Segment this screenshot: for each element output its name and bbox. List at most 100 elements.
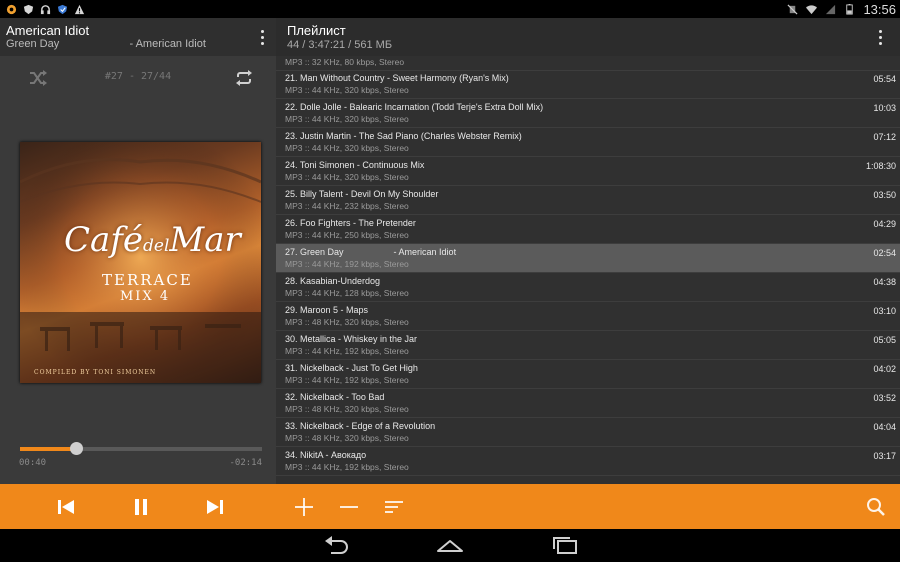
back-icon[interactable] (321, 535, 351, 555)
seek-bar[interactable] (20, 442, 262, 455)
track-row[interactable]: 26. Foo Fighters - The PretenderMP3 :: 4… (276, 215, 900, 244)
track-duration: 03:50 (873, 190, 896, 200)
track-row[interactable]: 24. Toni Simonen - Continuous MixMP3 :: … (276, 157, 900, 186)
track-title: 29. Maroon 5 - Maps (285, 305, 369, 315)
elapsed-time: 00:40 (19, 458, 47, 468)
signal-icon (826, 4, 836, 14)
home-icon[interactable] (435, 535, 465, 555)
now-playing-title: American Idiot (6, 23, 90, 38)
search-icon[interactable] (864, 495, 888, 519)
playlist-title: Плейлист (287, 23, 346, 38)
next-icon[interactable] (203, 495, 227, 519)
track-row[interactable]: 31. Nickelback - Just To Get High MP3 :: … (276, 360, 900, 389)
status-bar: 13:56 (0, 0, 900, 18)
wifi-icon (806, 4, 818, 14)
track-title: 32. Nickelback - Too Bad (285, 392, 385, 402)
mute-icon (787, 3, 798, 15)
sort-icon[interactable] (382, 495, 406, 519)
playlist-header: Плейлист 44 / 3:47:21 / 561 МБ (276, 18, 900, 56)
add-icon[interactable] (292, 495, 316, 519)
track-duration: 04:02 (873, 364, 896, 374)
now-playing-panel: American Idiot Green Day - American Idio… (0, 18, 276, 484)
now-playing-artist: Green Day - American Idiot (6, 38, 206, 50)
track-meta: MP3 :: 44 KHz, 128 kbps, Stereo (285, 288, 409, 298)
track-title: 28. Kasabian-Underdog (285, 276, 381, 286)
track-row-current[interactable]: 27. Green Day - American IdiotMP3 :: 44 … (276, 244, 900, 273)
track-duration: 05:05 (873, 335, 896, 345)
track-meta: MP3 :: 44 KHz, 320 kbps, Stereo (285, 143, 409, 153)
warning-icon (74, 4, 85, 14)
track-meta: MP3 :: 44 KHz, 232 kbps, Stereo (285, 201, 409, 211)
track-row[interactable]: 23. Justin Martin - The Sad Piano (Charl… (276, 128, 900, 157)
seek-bar-progress (20, 447, 76, 451)
playlist-summary: 44 / 3:47:21 / 561 МБ (287, 39, 393, 51)
track-list[interactable]: MP3 :: 32 KHz, 80 kbps, Stereo 21. Man W… (276, 56, 900, 484)
track-duration: 03:10 (873, 306, 896, 316)
track-meta: MP3 :: 44 KHz, 320 kbps, Stereo (285, 114, 409, 124)
track-title: 26. Foo Fighters - The Pretender (285, 218, 416, 228)
track-row[interactable]: 34. NikitA - АвокадоMP3 :: 44 KHz, 192 k… (276, 447, 900, 476)
system-nav-bar (0, 529, 900, 562)
track-duration: 03:17 (873, 451, 896, 461)
track-title: 34. NikitA - Авокадо (285, 450, 367, 460)
track-duration: 04:38 (873, 277, 896, 287)
track-title: 25. Billy Talent - Devil On My Shoulder (285, 189, 439, 199)
track-title: 23. Justin Martin - The Sad Piano (Charl… (285, 131, 522, 141)
track-title: 27. Green Day - American Idiot (285, 247, 457, 257)
album-art-mix: MIX 4 (120, 289, 171, 304)
remaining-time: -02:14 (229, 458, 262, 468)
track-title: 33. Nickelback - Edge of a Revolution (285, 421, 436, 431)
repeat-icon[interactable] (234, 68, 254, 88)
track-meta: MP3 :: 48 KHz, 320 kbps, Stereo (285, 317, 409, 327)
track-meta: MP3 :: 44 KHz, 320 kbps, Stereo (285, 85, 409, 95)
track-meta: MP3 :: 44 KHz, 250 kbps, Stereo (285, 230, 409, 240)
playlist-panel: Плейлист 44 / 3:47:21 / 561 МБ MP3 :: 32… (276, 18, 900, 484)
track-meta: MP3 :: 44 KHz, 320 kbps, Stereo (285, 172, 409, 182)
track-meta: MP3 :: 44 KHz, 192 kbps, Stereo (285, 259, 409, 269)
track-duration: 1:08:30 (865, 161, 896, 171)
track-row[interactable]: 30. Metallica - Whiskey in the JarMP3 ::… (276, 331, 900, 360)
track-row[interactable]: 28. Kasabian-UnderdogMP3 :: 44 KHz, 128 … (276, 273, 900, 302)
track-row[interactable]: 33. Nickelback - Edge of a Revolution MP3… (276, 418, 900, 447)
track-duration: 02:54 (873, 248, 896, 258)
track-duration: 04:04 (873, 422, 896, 432)
track-title: 22. Dolle Jolle - Balearic Incarnation (… (285, 102, 544, 112)
track-title: 30. Metallica - Whiskey in the Jar (285, 334, 418, 344)
album-art-credit: Compiled by Toni Simonen (34, 369, 157, 376)
track-meta: MP3 :: 44 KHz, 192 kbps, Stereo (285, 346, 409, 356)
bottom-toolbar (0, 484, 900, 529)
track-duration: 05:54 (873, 74, 896, 84)
track-meta: MP3 :: 48 KHz, 320 kbps, Stereo (285, 433, 409, 443)
battery-icon (846, 3, 854, 15)
track-meta: MP3 :: 44 KHz, 192 kbps, Stereo (285, 462, 409, 472)
recent-apps-icon[interactable] (550, 535, 580, 555)
track-row[interactable]: 29. Maroon 5 - MapsMP3 :: 48 KHz, 320 kb… (276, 302, 900, 331)
track-row[interactable]: 25. Billy Talent - Devil On My Shoulder M… (276, 186, 900, 215)
track-title: 21. Man Without Country - Sweet Harmony … (285, 73, 509, 83)
track-duration: 04:29 (873, 219, 896, 229)
track-meta: MP3 :: 32 KHz, 80 kbps, Stereo (285, 57, 405, 67)
track-row-partial[interactable]: MP3 :: 32 KHz, 80 kbps, Stereo (276, 56, 900, 71)
now-playing-header: American Idiot Green Day - American Idio… (0, 18, 276, 56)
app-icon (6, 4, 17, 14)
track-row-partial[interactable] (276, 476, 900, 484)
album-art: CafédelMar TERRACE MIX 4 Compiled by Ton… (20, 142, 261, 383)
track-meta: MP3 :: 44 KHz, 192 kbps, Stereo (285, 375, 409, 385)
now-playing-menu-icon[interactable] (261, 30, 265, 46)
pause-icon[interactable] (129, 495, 153, 519)
playback-modes: #27 - 27/44 (0, 66, 276, 90)
clock: 13:56 (863, 1, 896, 17)
track-row[interactable]: 21. Man Without Country - Sweet Harmony … (276, 70, 900, 99)
shield-icon (23, 4, 34, 14)
track-row[interactable]: 32. Nickelback - Too Bad MP3 :: 48 KHz, 3… (276, 389, 900, 418)
security-icon (57, 4, 68, 14)
track-duration: 10:03 (873, 103, 896, 113)
track-title: 24. Toni Simonen - Continuous Mix (285, 160, 425, 170)
remove-icon[interactable] (337, 495, 361, 519)
playlist-menu-icon[interactable] (879, 30, 883, 46)
seek-handle[interactable] (69, 442, 83, 455)
previous-icon[interactable] (54, 495, 78, 519)
track-duration: 03:52 (873, 393, 896, 403)
track-row[interactable]: 22. Dolle Jolle - Balearic Incarnation (… (276, 99, 900, 128)
track-duration: 07:12 (873, 132, 896, 142)
